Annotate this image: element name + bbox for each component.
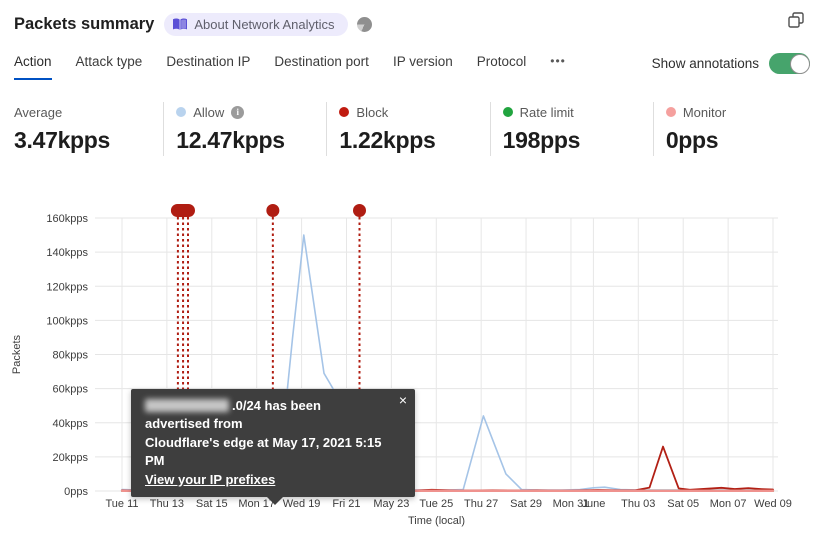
badge-label: About Network Analytics	[194, 17, 335, 32]
x-axis-title: Time (local)	[408, 515, 465, 527]
about-network-analytics-badge[interactable]: About Network Analytics	[164, 13, 348, 36]
tab-action[interactable]: Action	[14, 54, 52, 80]
x-tick-label: Mon 07	[710, 498, 747, 510]
network-analytics-panel: Packets summary About Network Analytics …	[0, 0, 816, 545]
header: Packets summary About Network Analytics	[0, 0, 816, 36]
stat-value: 198pps	[502, 127, 581, 153]
x-tick-label: Tue 11	[105, 498, 138, 510]
block-legend-dot	[339, 107, 350, 117]
annotation-tooltip: × .0/24 has been advertised from Cloudfl…	[131, 389, 415, 506]
allow-legend-dot	[176, 107, 187, 117]
x-tick-label: Tue 25	[419, 498, 453, 510]
tabs: Action Attack type Destination IP Destin…	[14, 54, 566, 80]
stat-allow: Allow i 12.47kpps	[163, 102, 326, 156]
stat-label: Block	[356, 104, 389, 120]
x-tick-label: Sat 15	[196, 498, 228, 510]
stat-average: Average 3.47kpps	[0, 102, 163, 156]
stat-label: Rate limit	[519, 104, 574, 120]
show-annotations-control: Show annotations	[652, 53, 810, 80]
redacted-ip-prefix	[145, 399, 229, 412]
y-tick-label: 40kpps	[53, 418, 89, 430]
tabs-overflow-button[interactable]: •••	[550, 54, 566, 80]
tab-destination-port[interactable]: Destination port	[274, 54, 369, 80]
y-axis-title: Packets	[11, 334, 23, 374]
stat-value: 12.47kpps	[176, 127, 285, 153]
y-tick-label: 120kpps	[46, 281, 88, 293]
y-tick-label: 60kpps	[53, 384, 89, 396]
stat-monitor: Monitor 0pps	[652, 102, 816, 156]
x-tick-label: Wed 19	[283, 498, 321, 510]
toggle-knob	[789, 53, 810, 74]
tab-protocol[interactable]: Protocol	[477, 54, 527, 80]
view-ip-prefixes-link[interactable]: View your IP prefixes	[145, 472, 275, 487]
y-tick-label: 160kpps	[46, 213, 88, 225]
monitor-legend-dot	[665, 107, 676, 117]
x-tick-label: Sat 29	[510, 498, 542, 510]
book-icon	[173, 18, 188, 31]
y-tick-label: 140kpps	[46, 247, 88, 259]
y-tick-label: 0pps	[64, 486, 88, 498]
x-tick-label: Wed 09	[754, 498, 792, 510]
stat-value: 1.22kpps	[339, 127, 436, 153]
x-tick-label: Fri 21	[332, 498, 360, 510]
page-title: Packets summary	[14, 15, 155, 33]
x-tick-label: May 23	[373, 498, 409, 510]
y-tick-label: 20kpps	[53, 452, 89, 464]
x-tick-label: June	[581, 498, 605, 510]
stat-value: 0pps	[665, 127, 719, 153]
stats-row: Average 3.47kpps Allow i 12.47kpps Block…	[0, 102, 816, 156]
show-annotations-label: Show annotations	[651, 56, 759, 71]
tooltip-close-icon[interactable]: ×	[399, 393, 407, 407]
y-tick-label: 100kpps	[46, 315, 88, 327]
stat-label: Monitor	[682, 104, 727, 120]
show-annotations-toggle[interactable]	[769, 53, 810, 74]
y-tick-label: 80kpps	[53, 350, 89, 362]
x-tick-label: Sat 05	[667, 498, 699, 510]
pie-chart-icon[interactable]	[356, 17, 372, 32]
stat-block: Block 1.22kpps	[326, 102, 489, 156]
tab-ip-version[interactable]: IP version	[393, 54, 453, 80]
x-tick-label: Thu 13	[150, 498, 184, 510]
tabs-row: Action Attack type Destination IP Destin…	[0, 53, 816, 80]
tab-attack-type[interactable]: Attack type	[76, 54, 143, 80]
stat-label: Allow	[193, 104, 225, 120]
duplicate-window-icon[interactable]	[787, 11, 805, 29]
info-icon[interactable]: i	[231, 105, 245, 119]
tab-destination-ip[interactable]: Destination IP	[166, 54, 250, 80]
rate-limit-legend-dot	[502, 107, 513, 117]
tooltip-text-line2: Cloudflare's edge at May 17, 2021 5:15 P…	[145, 434, 382, 469]
annotation-marker-pill[interactable]	[170, 204, 195, 217]
stat-value: 3.47kpps	[14, 127, 111, 153]
x-tick-label: Thu 27	[464, 498, 498, 510]
tooltip-text: .0/24 has been advertised from Cloudflar…	[145, 398, 382, 487]
x-tick-label: Thu 03	[621, 498, 655, 510]
annotation-marker-dot[interactable]	[266, 204, 280, 217]
annotation-marker-dot[interactable]	[353, 204, 367, 217]
stat-label: Average	[14, 104, 63, 120]
stat-rate-limit: Rate limit 198pps	[489, 102, 653, 156]
